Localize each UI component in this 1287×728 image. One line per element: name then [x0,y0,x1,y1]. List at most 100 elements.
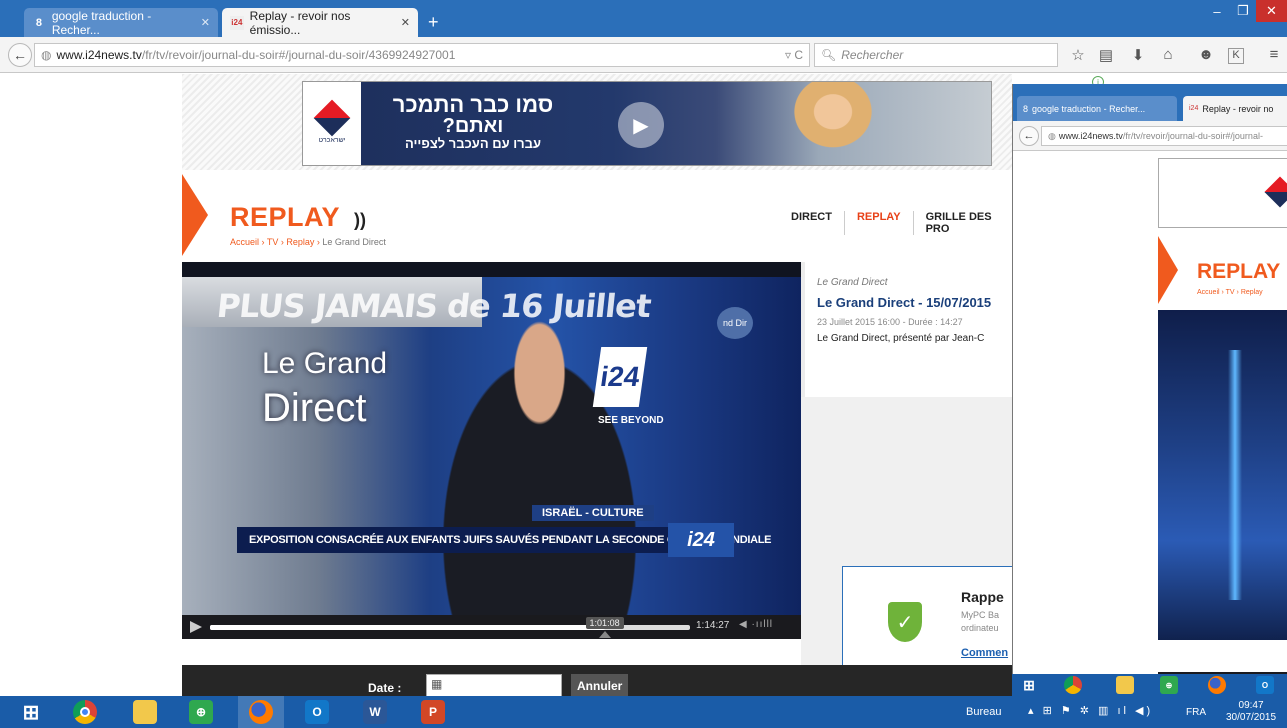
windows-logo-icon[interactable]: ⊞ [1020,676,1038,694]
ad-play-icon[interactable]: ▶ [618,102,664,148]
nav-direct[interactable]: DIRECT [779,211,845,235]
window2-tab-bar: 8 google traduction - Recher... i24 Replay… [1013,84,1287,121]
taskbar-file-explorer[interactable] [122,696,168,728]
episode-category[interactable]: Le Grand Direct [817,277,888,288]
url-path: /fr/tv/revoir/journal-du-soir#/journal-d… [141,48,456,62]
folder-icon[interactable] [1116,676,1134,694]
search-input[interactable]: 🔍︎ Rechercher [814,43,1058,67]
back-arrow-icon[interactable]: ← [1019,126,1039,146]
video-frame[interactable]: PLUS JAMAIS de 16 Juillet Le Grand Direc… [182,277,801,617]
volume-icon[interactable]: ◀ ·ıılll [739,619,773,630]
shield-check-icon: ✓ [888,602,922,642]
firefox-icon[interactable] [1208,676,1226,694]
seek-bar[interactable]: 1:01:08 [210,617,690,638]
menu-icon[interactable]: ≡ [1264,46,1284,64]
google-icon: 8 [35,16,42,29]
close-tab-icon[interactable]: ✕ [401,16,410,29]
window2-tab-replay[interactable]: i24 Replay - revoir no [1183,96,1287,121]
page-title: REPLAY [230,202,341,232]
new-tab-button[interactable]: + [428,12,439,33]
bookmark-star-icon[interactable]: ☆ [1068,46,1088,64]
globe-icon: ◍ [41,48,52,62]
home-icon[interactable]: ⌂ [1158,46,1178,64]
taskbar-store[interactable]: ⊕ [178,696,224,728]
ticker-logo: i24 [668,523,734,557]
cancel-button[interactable]: Annuler [571,674,629,696]
episode-date: 23 Juillet 2015 16:00 - Durée : 14:27 [817,317,963,327]
episode-title[interactable]: Le Grand Direct - 15/07/2015 [817,295,991,310]
notification-title: Rappe [961,589,1004,605]
back-arrow-icon[interactable]: ← [8,43,32,67]
taskbar-outlook[interactable]: O [294,696,340,728]
tab-label: Replay - revoir nos émissio... [249,8,351,37]
i24-logo: i24 [592,347,648,407]
breadcrumb-replay[interactable]: Replay [286,237,314,247]
window2-breadcrumb[interactable]: Accueil › TV › Replay [1197,289,1263,296]
ad-banner[interactable]: ישראכרט סמו כבר התמכר ואתם? עברו עם העכב… [302,81,992,166]
tab-google-traduction[interactable]: 8 google traduction - Recher... ✕ [24,8,218,37]
security-notification[interactable]: ✓ Rappe MyPC Ba ordinateu Commen [842,566,1014,676]
i24-icon: i24 [1189,105,1199,112]
url-host: www.i24news.tv [56,48,142,62]
outlook-icon[interactable]: O [1256,676,1274,694]
reload-icon[interactable]: ▿ C [785,48,803,62]
clock[interactable]: 09:47 30/07/2015 [1226,700,1276,724]
ad-image [773,82,893,165]
window2-tab-google[interactable]: 8 google traduction - Recher... [1017,96,1177,121]
play-icon[interactable] [190,621,202,633]
powerpoint-icon: P [421,700,445,724]
restore-button[interactable]: ❐ [1228,0,1258,22]
window2-video[interactable] [1158,310,1287,640]
taskbar-chrome[interactable] [62,696,108,728]
address-bar[interactable]: ◍ www.i24news.tv/fr/tv/revoir/journal-du… [34,43,810,67]
video-player[interactable]: PLUS JAMAIS de 16 Juillet Le Grand Direc… [182,262,801,639]
outlook-icon: O [305,700,329,724]
windows-taskbar: ⊞ ⊕ O W P Bureau ▴ ⊞ ⚑ ✲ ▥ ıl ◀) FRA 09:… [0,696,1287,728]
calendar-icon[interactable]: ▦ [431,677,442,691]
word-icon: W [363,700,387,724]
nav-grille[interactable]: GRILLE DES PRO [914,211,1012,235]
extension-icon[interactable]: K [1228,48,1244,64]
show-logo: Le Grand Direct [262,347,388,430]
chat-icon[interactable]: ☻ [1196,46,1216,64]
windows-start-button[interactable]: ⊞ [8,696,54,728]
window2-ad[interactable] [1158,158,1287,228]
nav-replay[interactable]: REPLAY [845,211,914,235]
folder-icon [133,700,157,724]
window2-address-bar[interactable]: ◍ www.i24news.tv/fr/tv/revoir/journal-du… [1041,126,1287,146]
taskbar-firefox[interactable] [238,696,284,728]
duration-label: 1:14:27 [696,620,730,631]
firefox-icon [249,700,273,724]
browser-tab-bar: 8 google traduction - Recher... ✕ i24 Re… [0,0,1287,37]
tab-replay[interactable]: i24 Replay - revoir nos émissio... ✕ [222,8,418,37]
search-icon: 🔍︎ [821,48,837,62]
store-icon[interactable]: ⊕ [1160,676,1178,694]
breadcrumb-tv[interactable]: TV [267,237,279,247]
close-tab-icon[interactable]: ✕ [201,16,210,29]
chrome-icon[interactable] [1064,676,1082,694]
search-placeholder: Rechercher [841,48,904,62]
i24-icon: i24 [230,15,244,30]
date-input[interactable]: ▦ [426,674,562,696]
second-browser-window[interactable]: 8 google traduction - Recher... i24 Replay… [1012,84,1287,696]
close-window-button[interactable]: ✕ [1256,0,1287,22]
breadcrumb-home[interactable]: Accueil [230,237,259,247]
tab-label: google traduction - Recher... [51,8,152,37]
live-badge: nd Dir [717,307,753,339]
taskbar-powerpoint[interactable]: P [410,696,456,728]
seek-handle[interactable]: 1:01:08 [585,617,624,638]
current-time-tooltip: 1:01:08 [585,617,624,629]
taskbar-word[interactable]: W [352,696,398,728]
rss-icon[interactable]: )) [354,210,366,231]
notification-link[interactable]: Commen [961,647,1008,659]
episode-description: Le Grand Direct, présenté par Jean-C [817,333,985,344]
desktop-toolbar-label[interactable]: Bureau [966,706,1001,718]
isracard-logo: ישראכרט [303,82,361,165]
reading-list-icon[interactable]: ▤ [1096,46,1116,64]
window2-page: REPLAY Accueil › TV › Replay [1013,152,1287,696]
system-tray-icons[interactable]: ▴ ⊞ ⚑ ✲ ▥ ıl ◀) [1028,704,1153,717]
language-indicator[interactable]: FRA [1186,707,1206,718]
download-icon[interactable]: ⬇ [1128,46,1148,64]
ad-text: סמו כבר התמכר ואתם? עברו עם העכבר לצפייה [392,92,554,152]
windows-logo-icon: ⊞ [22,701,40,724]
